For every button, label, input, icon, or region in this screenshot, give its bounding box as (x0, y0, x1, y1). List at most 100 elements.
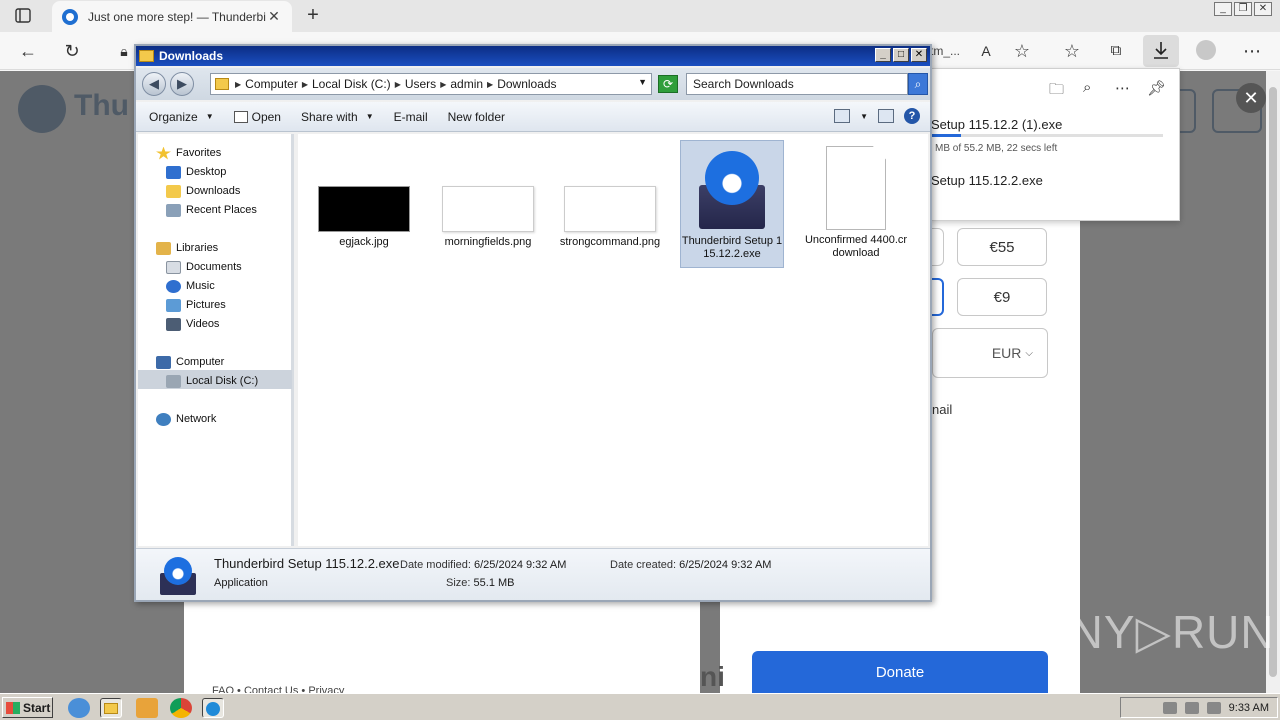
file-item[interactable]: morningfields.png (436, 186, 540, 249)
email-button[interactable]: E-mail (394, 110, 428, 124)
explorer-titlebar[interactable]: Downloads _ □ ✕ (136, 46, 930, 66)
new-tab-button[interactable]: + (302, 4, 324, 26)
refresh-icon[interactable]: ⟳ (658, 75, 678, 93)
chevron-down-icon[interactable]: ▼ (638, 77, 647, 87)
change-view-icon[interactable] (834, 109, 851, 123)
downloads-folder-icon (166, 184, 181, 198)
downloads-panel: 🗀︎ ⌕ ⋯ 📌︎ Setup 115.12.2 (1).exe MB of 5… (930, 68, 1180, 221)
nav-item-local-disk[interactable]: Local Disk (C:) (166, 372, 258, 390)
tab-actions-icon[interactable] (12, 6, 34, 26)
breadcrumb-arrow-icon[interactable]: ▶ (235, 80, 241, 89)
browser-tab-active[interactable]: Just one more step! — Thunderbird ✕ (52, 1, 292, 32)
breadcrumb-admin[interactable]: admin (450, 77, 483, 91)
chevron-down-icon[interactable]: ▼ (860, 112, 868, 121)
email-label: E-mail (393, 109, 428, 124)
image-thumbnail-icon (564, 186, 656, 232)
organize-button[interactable]: Organize ▼ (149, 110, 214, 124)
scrollbar-thumb[interactable] (1269, 87, 1277, 677)
currency-select[interactable]: EUR ⌵ (932, 328, 1048, 378)
downloads-button[interactable] (1143, 35, 1179, 67)
nav-item-libraries[interactable]: Libraries (156, 239, 218, 257)
date-modified-label: Date modified: (400, 559, 471, 571)
search-icon[interactable]: ⌕ (1083, 79, 1091, 96)
nav-item-downloads[interactable]: Downloads (166, 182, 240, 200)
nav-item-pictures[interactable]: Pictures (166, 296, 226, 314)
donate-button[interactable]: Donate (752, 651, 1048, 693)
minimize-icon[interactable]: _ (1214, 2, 1232, 16)
nav-item-music[interactable]: Music (166, 277, 215, 295)
breadcrumb[interactable]: ▶ Computer ▶ Local Disk (C:) ▶ Users ▶ a… (210, 73, 652, 95)
file-item[interactable]: Unconfirmed 4400.crdownload (804, 140, 908, 260)
file-item-selected[interactable]: Thunderbird Setup 115.12.2.exe (680, 140, 784, 268)
download-item-name[interactable]: Setup 115.12.2.exe (931, 173, 1043, 188)
nav-item-videos[interactable]: Videos (166, 315, 219, 333)
breadcrumb-users[interactable]: Users (405, 77, 436, 91)
breadcrumb-local-disk[interactable]: Local Disk (C:) (312, 77, 391, 91)
start-button[interactable]: Start (2, 697, 53, 718)
clock[interactable]: 9:33 AM (1229, 702, 1269, 714)
preview-pane-icon[interactable] (878, 109, 894, 123)
network-tray-icon[interactable] (1184, 701, 1199, 714)
close-icon[interactable]: ✕ (911, 48, 927, 62)
media-player-icon[interactable] (136, 698, 158, 718)
amount-option-55[interactable]: €55 (957, 228, 1047, 266)
share-with-button[interactable]: Share with ▼ (301, 110, 374, 124)
lock-icon[interactable]: 🔒︎ (112, 40, 136, 62)
nav-label: Pictures (186, 299, 226, 311)
maximize-icon[interactable]: □ (893, 48, 909, 62)
more-menu-icon[interactable]: ⋯ (1240, 40, 1264, 62)
address-bar-text[interactable]: tm_... (930, 44, 960, 58)
amount-option-partial[interactable] (932, 228, 944, 266)
explorer-window: Downloads _ □ ✕ ◀ ▶ ▶ Computer ▶ Local D… (134, 44, 932, 602)
refresh-icon[interactable]: ↻ (60, 40, 84, 62)
back-arrow-icon[interactable]: ◀ (142, 72, 166, 96)
breadcrumb-arrow-icon[interactable]: ▶ (487, 80, 493, 89)
restore-icon[interactable]: ❐ (1234, 2, 1252, 16)
chevron-down-icon: ⌵ (1025, 347, 1033, 359)
tab-close-icon[interactable]: ✕ (266, 8, 282, 25)
add-favorite-icon[interactable]: ☆ (1010, 40, 1034, 62)
page-scrollbar[interactable] (1266, 71, 1280, 693)
nav-item-recent-places[interactable]: Recent Places (166, 201, 257, 219)
navigation-pane: Favorites Desktop Downloads Recent Place… (138, 134, 294, 546)
open-button[interactable]: Open (233, 110, 281, 124)
breadcrumb-arrow-icon[interactable]: ▶ (440, 80, 446, 89)
internet-explorer-icon[interactable] (68, 698, 90, 718)
edge-taskbar-icon[interactable] (202, 698, 224, 718)
pin-icon[interactable]: 📌︎ (1147, 79, 1166, 97)
file-item[interactable]: egjack.jpg (312, 186, 416, 249)
back-arrow-icon[interactable]: ← (16, 40, 40, 62)
amount-option-partial-selected[interactable] (932, 278, 944, 316)
nav-item-favorites[interactable]: Favorites (156, 144, 221, 162)
search-icon[interactable]: ⌕ (908, 73, 928, 95)
favorites-icon[interactable]: ☆ (1060, 40, 1084, 62)
explorer-taskbar-icon[interactable] (100, 698, 122, 718)
chrome-icon[interactable] (170, 698, 192, 718)
new-folder-button[interactable]: New folder (448, 110, 505, 124)
read-aloud-icon[interactable]: A (974, 40, 998, 62)
amount-option-9[interactable]: €9 (957, 278, 1047, 316)
download-item-name[interactable]: Setup 115.12.2 (1).exe (931, 117, 1062, 132)
breadcrumb-arrow-icon[interactable]: ▶ (302, 80, 308, 89)
nav-item-documents[interactable]: Documents (166, 258, 242, 276)
file-item[interactable]: strongcommand.png (558, 186, 662, 249)
action-center-flag-icon[interactable] (1206, 701, 1221, 714)
forward-arrow-icon[interactable]: ▶ (170, 72, 194, 96)
help-icon[interactable]: ? (904, 108, 920, 124)
open-folder-icon[interactable]: 🗀︎ (1049, 79, 1064, 104)
breadcrumb-downloads[interactable]: Downloads (497, 77, 556, 91)
nav-item-desktop[interactable]: Desktop (166, 163, 226, 181)
nav-item-computer[interactable]: Computer (156, 353, 224, 371)
search-input[interactable]: Search Downloads (686, 73, 908, 95)
more-options-icon[interactable]: ⋯ (1115, 79, 1130, 97)
nav-label: Local Disk (C:) (186, 375, 259, 387)
profile-avatar[interactable] (1196, 40, 1216, 60)
close-icon[interactable]: ✕ (1254, 2, 1272, 16)
breadcrumb-arrow-icon[interactable]: ▶ (395, 80, 401, 89)
minimize-icon[interactable]: _ (875, 48, 891, 62)
nav-item-network[interactable]: Network (156, 410, 216, 428)
breadcrumb-computer[interactable]: Computer (245, 77, 298, 91)
overlay-close-icon[interactable]: ✕ (1236, 83, 1266, 113)
collections-icon[interactable]: ⧉ (1104, 40, 1128, 62)
volume-icon[interactable] (1162, 701, 1177, 714)
